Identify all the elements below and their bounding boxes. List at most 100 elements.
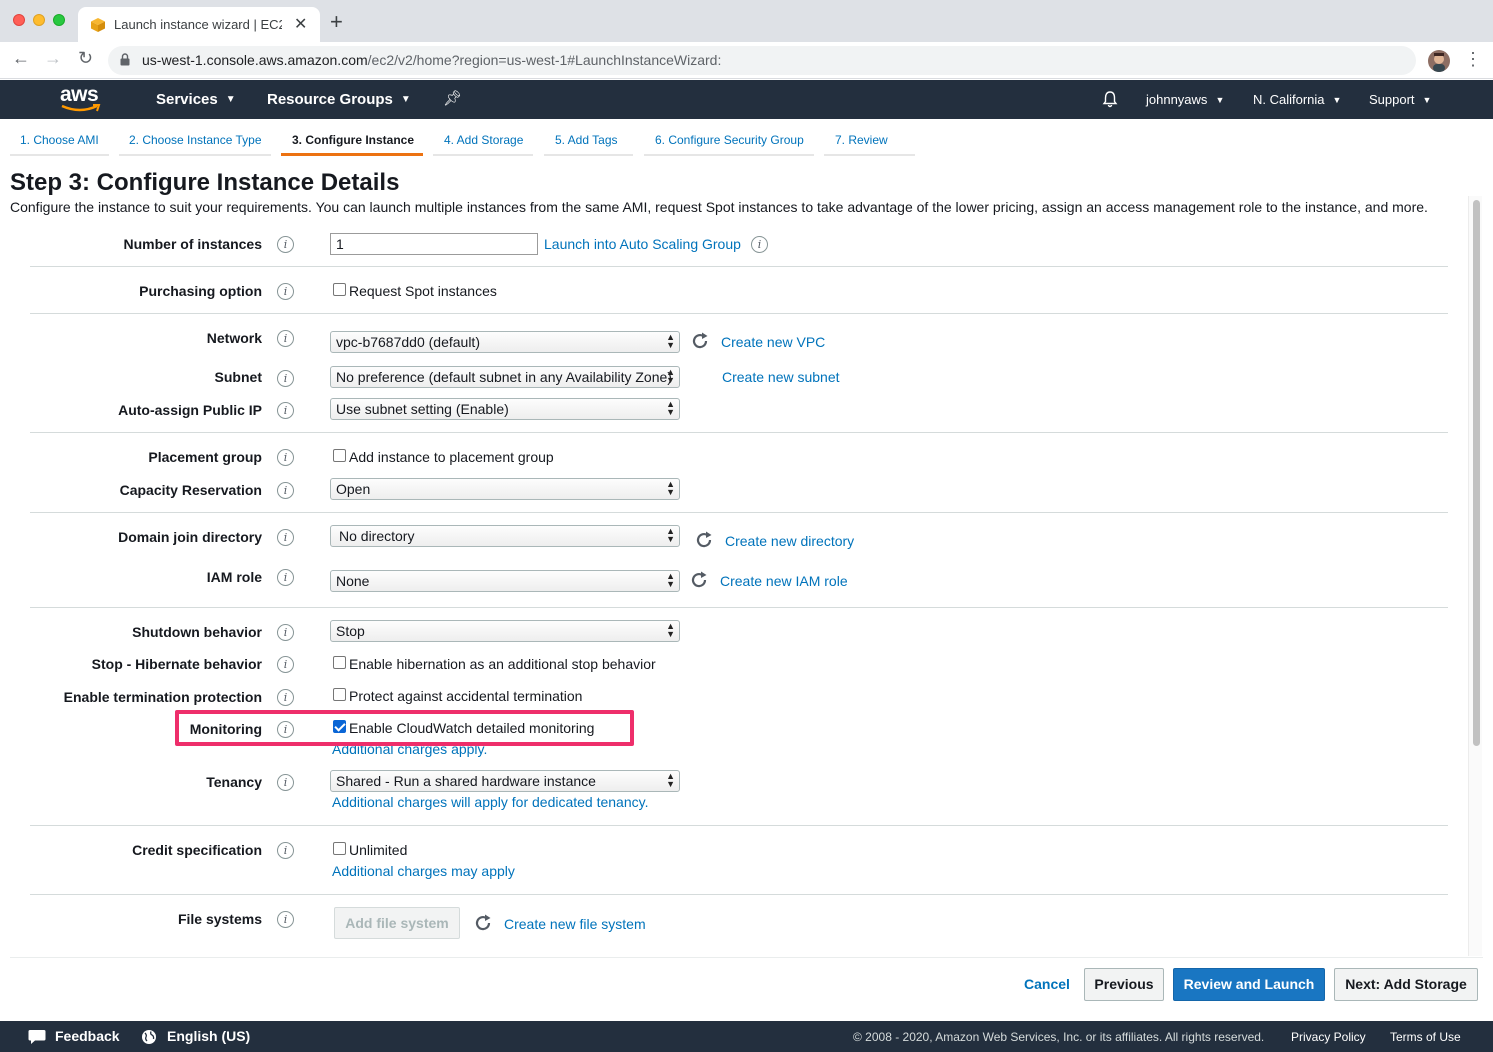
privacy-policy-link[interactable]: Privacy Policy [1291,1030,1366,1044]
info-icon[interactable]: i [277,911,294,928]
address-bar[interactable]: us-west-1.console.aws.amazon.com/ec2/v2/… [108,46,1416,75]
tab-choose-ami[interactable]: 1. Choose AMI [20,133,99,147]
tenancy-select[interactable]: Shared - Run a shared hardware instance ▲… [330,770,680,792]
section-divider [30,432,1448,433]
network-select[interactable]: vpc-b7687dd0 (default) ▲ ▼ [330,331,680,353]
tab-review[interactable]: 7. Review [835,133,888,147]
info-icon[interactable]: i [277,529,294,546]
unlimited-checkbox[interactable] [333,842,346,855]
tab-underline [644,154,814,156]
credit-charges-link[interactable]: Additional charges may apply [332,863,515,879]
info-icon[interactable]: i [277,236,294,253]
info-icon[interactable]: i [277,402,294,419]
services-menu[interactable]: Services ▼ [156,91,236,108]
placement-group-checkbox[interactable] [333,449,346,462]
create-new-iam-role-link[interactable]: Create new IAM role [720,573,848,589]
tenancy-charges-link[interactable]: Additional charges will apply for dedica… [332,794,648,810]
terms-of-use-link[interactable]: Terms of Use [1390,1030,1461,1044]
number-of-instances-input[interactable] [330,233,538,255]
section-divider [30,894,1448,895]
shutdown-behavior-select[interactable]: Stop ▲ ▼ [330,620,680,642]
capacity-reservation-select[interactable]: Open ▲ ▼ [330,478,680,500]
region-menu[interactable]: N. California ▼ [1253,92,1341,107]
language-selector[interactable]: English (US) [167,1028,250,1044]
account-menu[interactable]: johnnyaws ▼ [1146,92,1224,107]
tab-underline [544,154,633,156]
info-icon[interactable]: i [277,774,294,791]
credit-specification-label: Credit specification [132,842,262,858]
minimize-window-button[interactable] [33,14,45,26]
tab-underline [119,154,271,156]
create-new-subnet-link[interactable]: Create new subnet [722,369,840,385]
create-new-file-system-link[interactable]: Create new file system [504,916,646,932]
profile-avatar[interactable] [1428,50,1450,72]
termination-protection-label: Enable termination protection [63,689,262,705]
pin-icon[interactable]: 📌︎ [443,89,462,107]
iam-role-label: IAM role [206,569,262,585]
info-icon[interactable]: i [277,689,294,706]
browser-menu-icon[interactable]: ⋮ [1464,49,1482,70]
info-icon[interactable]: i [277,482,294,499]
select-arrows-icon: ▲ ▼ [666,771,675,789]
back-arrow-icon[interactable]: ← [12,48,30,69]
browser-tab[interactable]: Launch instance wizard | EC2 M ✕ [78,7,320,42]
domain-join-label: Domain join directory [118,529,262,545]
tab-underline [433,154,533,156]
wizard-steps: 1. Choose AMI 2. Choose Instance Type 3.… [0,120,1493,156]
create-new-vpc-link[interactable]: Create new VPC [721,334,825,350]
tab-add-tags[interactable]: 5. Add Tags [555,133,618,147]
review-and-launch-button[interactable]: Review and Launch [1173,968,1325,1001]
info-icon[interactable]: i [277,370,294,387]
notification-bell-icon[interactable] [1101,90,1119,108]
scrollbar[interactable] [1468,196,1482,956]
tab-configure-security-group[interactable]: 6. Configure Security Group [655,133,804,147]
info-icon[interactable]: i [277,842,294,859]
termination-protection-checkbox[interactable] [333,688,346,701]
new-tab-button[interactable]: + [330,11,343,33]
refresh-icon[interactable] [473,913,493,933]
refresh-icon[interactable] [690,331,710,351]
tab-add-storage[interactable]: 4. Add Storage [444,133,523,147]
iam-role-select[interactable]: None ▲ ▼ [330,570,680,592]
info-icon[interactable]: i [277,656,294,673]
domain-join-select[interactable]: No directory ▲ ▼ [330,525,680,547]
section-divider [30,825,1448,826]
resource-groups-menu[interactable]: Resource Groups ▼ [267,91,411,108]
reload-icon[interactable]: ↻ [78,48,93,69]
launch-auto-scaling-link[interactable]: Launch into Auto Scaling Group [544,236,741,252]
capacity-reservation-label: Capacity Reservation [119,482,262,498]
forward-arrow-icon[interactable]: → [44,48,62,69]
select-arrows-icon: ▲ ▼ [666,526,675,544]
maximize-window-button[interactable] [53,14,65,26]
network-label: Network [206,330,262,346]
close-tab-icon[interactable]: ✕ [294,14,307,34]
create-new-directory-link[interactable]: Create new directory [725,533,854,549]
refresh-icon[interactable] [689,570,709,590]
refresh-icon[interactable] [694,530,714,550]
info-icon[interactable]: i [277,569,294,586]
previous-button[interactable]: Previous [1084,968,1164,1001]
page-description: Configure the instance to suit your requ… [10,199,1428,215]
info-icon[interactable]: i [277,330,294,347]
aws-logo[interactable]: aws [58,83,104,114]
auto-assign-ip-select[interactable]: Use subnet setting (Enable) ▲ ▼ [330,398,680,420]
hibernate-checkbox[interactable] [333,656,346,669]
close-window-button[interactable] [13,14,25,26]
info-icon[interactable]: i [277,283,294,300]
info-icon[interactable]: i [751,236,768,253]
next-add-storage-button[interactable]: Next: Add Storage [1334,968,1478,1001]
subnet-select[interactable]: No preference (default subnet in any Ava… [330,366,680,388]
support-menu[interactable]: Support ▼ [1369,92,1431,107]
lock-icon [120,53,130,66]
request-spot-checkbox[interactable] [333,283,346,296]
add-file-system-button[interactable]: Add file system [334,907,460,939]
tab-choose-instance-type[interactable]: 2. Choose Instance Type [129,133,262,147]
tab-configure-instance[interactable]: 3. Configure Instance [292,133,414,147]
scrollbar-thumb[interactable] [1473,200,1480,746]
placement-group-checkbox-label: Add instance to placement group [349,449,554,465]
cancel-button[interactable]: Cancel [1012,968,1082,1001]
browser-tab-strip: Launch instance wizard | EC2 M ✕ + [0,0,1493,42]
info-icon[interactable]: i [277,449,294,466]
info-icon[interactable]: i [277,624,294,641]
feedback-link[interactable]: Feedback [55,1028,120,1044]
